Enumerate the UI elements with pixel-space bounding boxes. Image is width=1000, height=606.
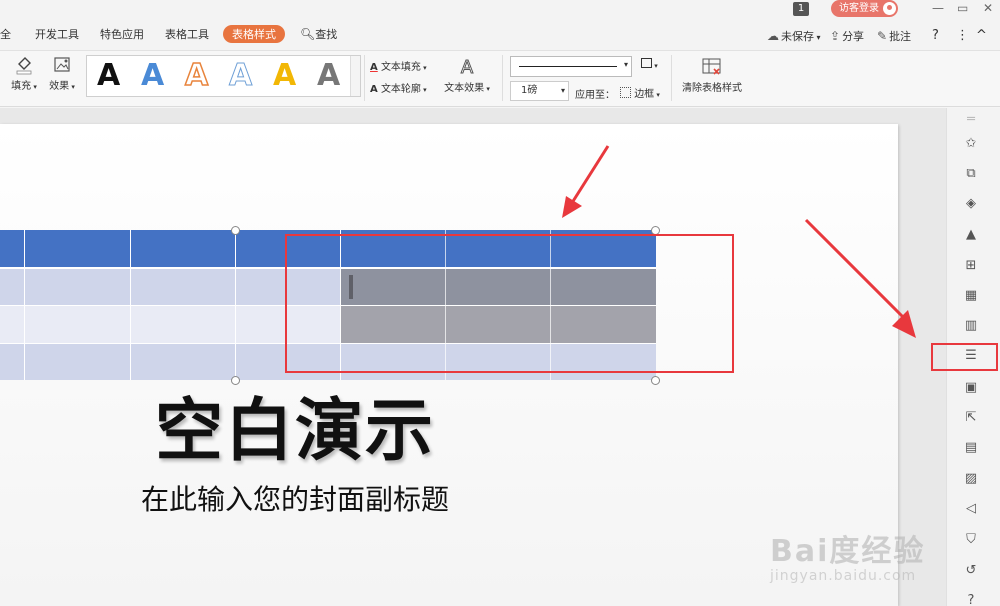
watermark-brand: Bai度经验 xyxy=(770,534,926,569)
text-fill-button[interactable]: A 文本填充 ▾ xyxy=(370,58,427,73)
ribbon-separator xyxy=(671,55,672,101)
border-color-icon xyxy=(641,58,652,68)
export-icon[interactable]: ⇱ xyxy=(963,410,979,426)
unsaved-button[interactable]: ☁ 未保存 ▾ xyxy=(767,28,821,44)
wps-presentation-window: 1 访客登录 — ▭ ✕ 全 开发工具 特色应用 表格工具 表格样式 🔍︎查找 … xyxy=(0,0,1000,606)
guest-login-button[interactable]: 访客登录 xyxy=(831,0,898,17)
pen-color-button[interactable]: ▾ xyxy=(641,58,658,71)
text-effect-icon: A xyxy=(460,57,474,79)
comment-icon: ✎ xyxy=(877,29,888,43)
unsaved-label: 未保存 xyxy=(781,30,814,43)
fill-label: 填充 xyxy=(11,81,32,92)
fill-button[interactable]: 填充 ▾ xyxy=(10,55,38,92)
image-search-icon[interactable]: ▣ xyxy=(963,380,979,396)
close-button[interactable]: ✕ xyxy=(983,1,993,15)
text-style-orange-outline[interactable]: A xyxy=(184,57,209,94)
border-button[interactable]: 边框 ▾ xyxy=(620,85,660,100)
text-outline-button[interactable]: A 文本轮廓 ▾ xyxy=(370,80,427,95)
search-icon: 🔍︎ xyxy=(300,27,316,41)
highlight-box xyxy=(285,234,734,373)
ribbon-separator xyxy=(502,55,503,101)
speaker-icon[interactable]: ◁ xyxy=(963,501,979,517)
find-button[interactable]: 🔍︎查找 xyxy=(300,26,337,42)
ribbon-separator xyxy=(364,55,365,101)
slide-title[interactable]: 空白演示 xyxy=(0,392,590,472)
sidebar-highlight-box xyxy=(931,343,998,371)
line-style-select[interactable]: ▾ xyxy=(510,56,632,77)
grid-icon[interactable]: ▦ xyxy=(963,288,979,304)
tab-special-apps[interactable]: 特色应用 xyxy=(100,26,144,42)
text-style-blue[interactable]: A xyxy=(141,58,164,94)
menu-tab-bar: 全 开发工具 特色应用 表格工具 表格样式 🔍︎查找 ☁ 未保存 ▾ ⇪ 分享 ✎ 批… xyxy=(0,19,1000,51)
tab-table-style[interactable]: 表格样式 xyxy=(223,25,285,43)
cloud-icon: ☁ xyxy=(767,29,779,43)
window-count-badge[interactable]: 1 xyxy=(793,2,809,16)
table-icon[interactable]: ⊞ xyxy=(963,258,979,274)
pen-icon[interactable]: ▲ xyxy=(963,227,979,243)
clear-table-style-button[interactable]: 清除表格样式 xyxy=(678,57,746,94)
tab-developer-tools[interactable]: 开发工具 xyxy=(35,26,79,42)
share-label: 分享 xyxy=(842,30,865,43)
chevron-down-icon: ▾ xyxy=(623,60,628,69)
effect-button[interactable]: 效果 ▾ xyxy=(47,55,77,92)
text-effect-button[interactable]: A 文本效果 ▾ xyxy=(442,57,492,95)
ribbon-toolbar: 填充 ▾ 效果 ▾ A A A A A A A 文本填充 ▾ A 文本轮廓 ▾ xyxy=(0,51,1000,107)
collapse-ribbon-button[interactable]: ^ xyxy=(976,28,987,43)
text-outline-icon: A xyxy=(370,84,378,95)
border-label: 边框 xyxy=(634,89,655,100)
star-icon[interactable]: ✩ xyxy=(963,136,979,152)
chevron-down-icon: ▾ xyxy=(560,86,565,95)
list-icon[interactable]: ═ xyxy=(963,112,979,128)
avatar-icon xyxy=(883,2,896,15)
slide-subtitle[interactable]: 在此输入您的封面副标题 xyxy=(0,480,590,520)
text-effect-label: 文本效果 xyxy=(444,83,485,94)
resize-handle[interactable] xyxy=(231,376,240,385)
line-weight-select[interactable]: 1磅 ▾ xyxy=(510,81,569,101)
minimize-button[interactable]: — xyxy=(932,1,944,15)
text-fill-icon: A xyxy=(370,62,378,73)
comment-button[interactable]: ✎ 批注 xyxy=(877,28,911,44)
share-button[interactable]: ⇪ 分享 xyxy=(830,28,864,44)
image-icon[interactable]: ▨ xyxy=(963,471,979,487)
tab-security[interactable]: 全 xyxy=(0,26,11,42)
border-grid-icon xyxy=(620,87,631,98)
effect-image-icon xyxy=(47,55,77,77)
archive-icon[interactable]: ▤ xyxy=(963,440,979,456)
line-weight-value: 1磅 xyxy=(521,85,538,96)
share-icon: ⇪ xyxy=(830,29,841,43)
bar-chart-icon[interactable]: ▥ xyxy=(963,318,979,334)
watermark-url: jingyan.baidu.com xyxy=(770,568,917,584)
find-label: 查找 xyxy=(315,28,338,41)
resize-handle[interactable] xyxy=(651,376,660,385)
chevron-down-icon: ▾ xyxy=(814,33,821,42)
shapes-icon[interactable]: ⧉ xyxy=(963,166,979,182)
text-style-gold[interactable]: A xyxy=(273,58,296,94)
layers-icon[interactable]: ◈ xyxy=(963,196,979,212)
tab-table-tools[interactable]: 表格工具 xyxy=(165,26,209,42)
apply-to-label: 应用至： xyxy=(575,90,615,101)
text-fill-label: 文本填充 xyxy=(380,62,421,73)
clear-table-icon xyxy=(678,57,746,79)
resize-handle[interactable] xyxy=(231,226,240,235)
text-outline-label: 文本轮廓 xyxy=(380,84,421,95)
paint-bucket-icon xyxy=(10,55,38,77)
text-style-gallery: A A A A A A xyxy=(86,55,361,97)
title-bar: 1 访客登录 — ▭ ✕ xyxy=(0,0,1000,19)
more-button[interactable]: ⋮ xyxy=(956,28,969,43)
text-style-black[interactable]: A xyxy=(97,58,120,94)
help-button[interactable]: ? xyxy=(932,28,939,43)
baidu-watermark: Bai度经验 jingyan.baidu.com xyxy=(770,520,970,600)
text-style-blue-outline[interactable]: A xyxy=(228,58,252,94)
text-style-gray[interactable]: A xyxy=(317,58,340,94)
restore-button[interactable]: ▭ xyxy=(957,1,968,15)
arrow-annotation xyxy=(804,218,916,338)
effect-label: 效果 xyxy=(49,81,70,92)
guest-login-label: 访客登录 xyxy=(839,3,879,14)
gallery-scrollbar[interactable] xyxy=(350,56,360,96)
clear-style-label: 清除表格样式 xyxy=(682,83,742,94)
comment-label: 批注 xyxy=(889,30,912,43)
arrow-annotation xyxy=(562,145,610,218)
